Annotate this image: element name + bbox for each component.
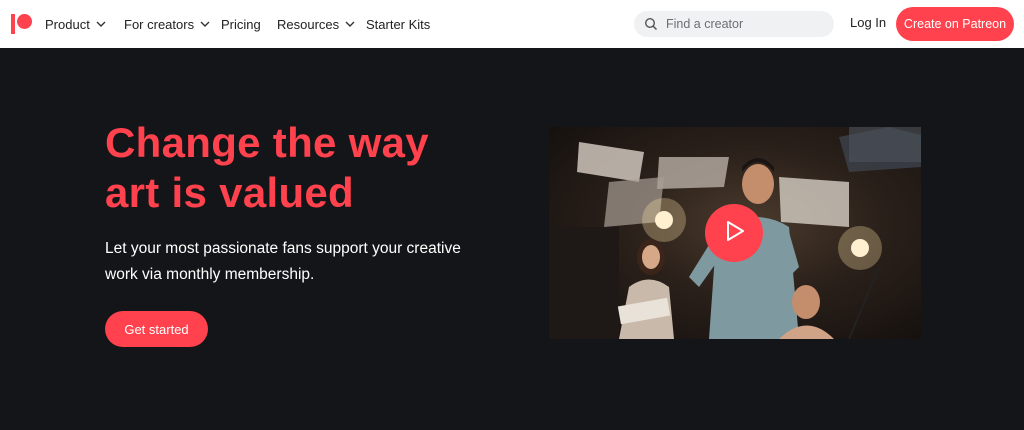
chevron-down-icon	[199, 18, 211, 30]
chevron-down-icon	[344, 18, 356, 30]
nav-item-pricing[interactable]: Pricing	[221, 15, 261, 33]
nav-item-label: Pricing	[221, 16, 261, 32]
chevron-down-icon	[95, 18, 107, 30]
hero-subtitle-line: work via monthly membership.	[105, 266, 315, 283]
top-nav: Product For creators Pricing Resources S…	[0, 0, 1024, 48]
search-bar[interactable]	[634, 11, 834, 37]
nav-item-starter-kits[interactable]: Starter Kits	[366, 15, 430, 33]
nav-item-for-creators[interactable]: For creators	[124, 15, 211, 33]
hero-subtitle: Let your most passionate fans support yo…	[105, 236, 485, 288]
search-icon	[644, 17, 658, 31]
search-input[interactable]	[666, 17, 826, 31]
nav-item-resources[interactable]: Resources	[277, 15, 356, 33]
hero-title: Change the way art is valued	[105, 118, 525, 218]
patreon-logo-icon[interactable]	[11, 14, 33, 34]
hero-subtitle-line: Let your most passionate fans support yo…	[105, 240, 461, 257]
nav-item-product[interactable]: Product	[45, 15, 107, 33]
nav-item-label: Resources	[277, 16, 340, 32]
create-on-patreon-button[interactable]: Create on Patreon	[896, 7, 1014, 41]
login-link[interactable]: Log In	[850, 15, 886, 30]
hero-title-line: Change the way	[105, 119, 429, 166]
get-started-button[interactable]: Get started	[105, 311, 208, 347]
nav-item-label: Starter Kits	[366, 16, 431, 32]
nav-item-label: Product	[45, 16, 90, 32]
play-button[interactable]	[705, 204, 763, 262]
play-icon	[722, 219, 746, 248]
hero-title-line: art is valued	[105, 169, 355, 216]
nav-item-label: For creators	[124, 16, 195, 32]
